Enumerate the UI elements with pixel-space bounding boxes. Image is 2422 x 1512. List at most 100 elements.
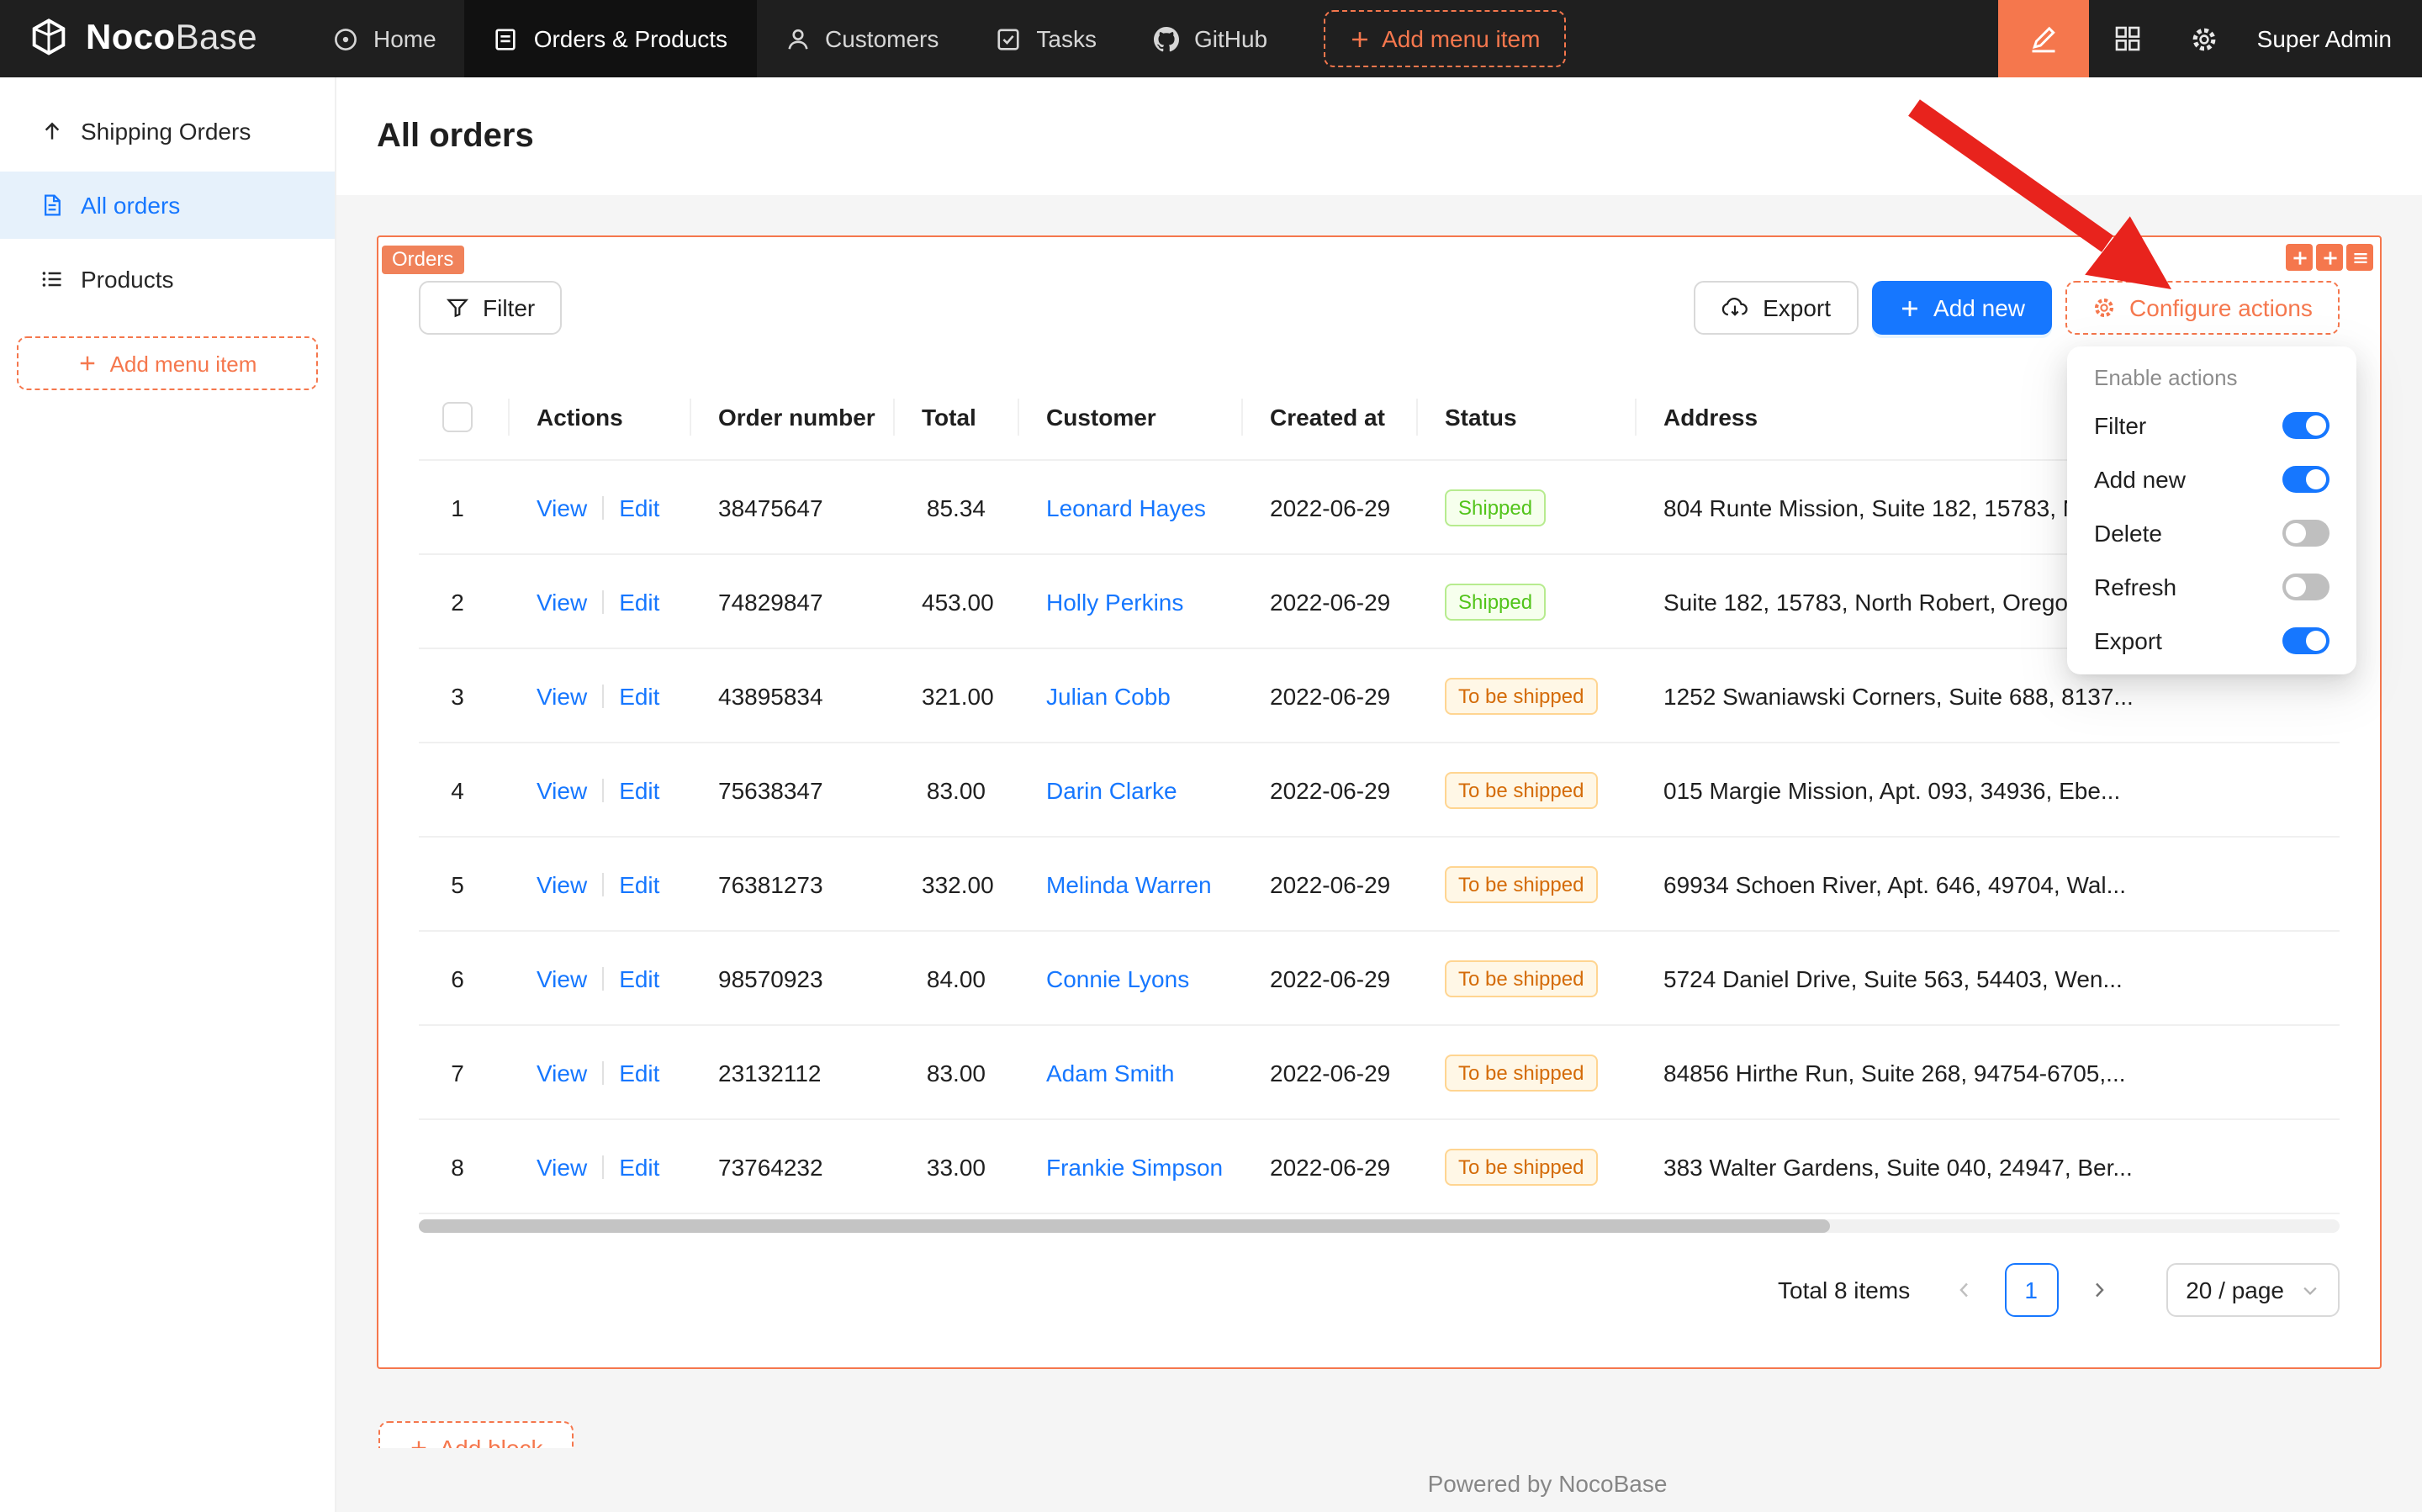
view-link[interactable]: View	[537, 1059, 587, 1086]
customer-link[interactable]: Leonard Hayes	[1046, 494, 1206, 521]
customer-link[interactable]: Melinda Warren	[1046, 870, 1212, 897]
scrollbar-thumb[interactable]	[419, 1219, 1831, 1233]
action-divider	[602, 684, 604, 707]
address-cell: 84856 Hirthe Run, Suite 268, 94754-6705,…	[1637, 1025, 2340, 1119]
view-link[interactable]: View	[537, 682, 587, 709]
plugin-manager-button[interactable]	[2089, 0, 2166, 77]
view-link[interactable]: View	[537, 1153, 587, 1180]
table-row: 2ViewEdit74829847453.00Holly Perkins2022…	[419, 554, 2340, 648]
order-number-cell: 38475647	[691, 460, 895, 554]
customer-link[interactable]: Julian Cobb	[1046, 682, 1171, 709]
table-header-row: Actions Order number Total Customer Crea…	[419, 375, 2340, 460]
total-cell: 84.00	[895, 931, 1019, 1025]
nav-item-orders-products[interactable]: Orders & Products	[465, 0, 756, 77]
customer-link[interactable]: Connie Lyons	[1046, 965, 1189, 991]
ui-editor-button[interactable]	[1998, 0, 2089, 77]
sidebar: Shipping Orders All orders Products Add me…	[0, 77, 336, 1512]
pagination: Total 8 items 1 20 / page	[419, 1263, 2340, 1317]
next-page-button[interactable]	[2071, 1263, 2125, 1317]
enable-actions-list: FilterAdd newDelete Refresh Export	[2074, 399, 2350, 668]
dropdown-item-filter[interactable]: Filter	[2074, 399, 2350, 452]
edit-link[interactable]: Edit	[619, 494, 659, 521]
total-cell: 83.00	[895, 743, 1019, 837]
configure-actions-dropdown: Enable actions FilterAdd newDeleteRefres…	[2067, 346, 2356, 674]
created-at-cell: 2022-06-29	[1243, 837, 1418, 931]
page-size-select[interactable]: 20 / page	[2166, 1263, 2340, 1317]
status-badge: To be shipped	[1445, 960, 1597, 997]
filter-button[interactable]: Filter	[419, 281, 562, 335]
toggle-switch[interactable]	[2282, 466, 2329, 493]
nav-item-home[interactable]: Home	[304, 0, 465, 77]
sidebar-item-all-orders[interactable]: All orders	[0, 172, 335, 239]
prev-page-button[interactable]	[1937, 1263, 1991, 1317]
view-link[interactable]: View	[537, 870, 587, 897]
view-link[interactable]: View	[537, 776, 587, 803]
toggle-switch[interactable]	[2282, 574, 2329, 600]
order-number-cell: 43895834	[691, 648, 895, 743]
customer-link[interactable]: Frankie Simpson	[1046, 1153, 1223, 1180]
order-number-cell: 73764232	[691, 1119, 895, 1213]
sidebar-add-menu-item-button[interactable]: Add menu item	[17, 336, 318, 390]
arrow-up-icon	[40, 119, 64, 143]
nocobase-logo[interactable]: NocoBase	[0, 17, 281, 61]
view-link[interactable]: View	[537, 965, 587, 991]
add-new-button[interactable]: Add new	[1871, 281, 2052, 335]
nav-item-customers[interactable]: Customers	[756, 0, 967, 77]
page-number-button[interactable]: 1	[2004, 1263, 2058, 1317]
view-link[interactable]: View	[537, 494, 587, 521]
edit-link[interactable]: Edit	[619, 1153, 659, 1180]
sidebar-item-shipping-orders[interactable]: Shipping Orders	[0, 98, 335, 165]
dropdown-item-delete[interactable]: Delete	[2074, 506, 2350, 560]
customer-link[interactable]: Adam Smith	[1046, 1059, 1175, 1086]
status-badge: To be shipped	[1445, 865, 1597, 902]
add-block-button[interactable]: Add block	[378, 1421, 574, 1448]
block-settings-icon[interactable]	[2346, 244, 2373, 271]
customer-link[interactable]: Holly Perkins	[1046, 588, 1183, 615]
settings-center-button[interactable]	[2166, 0, 2244, 77]
created-at-cell: 2022-06-29	[1243, 1119, 1418, 1213]
status-badge: To be shipped	[1445, 677, 1597, 714]
export-button[interactable]: Export	[1694, 281, 1858, 335]
toggle-switch[interactable]	[2282, 520, 2329, 547]
navbar-add-menu-item-button[interactable]: Add menu item	[1323, 10, 1565, 67]
customer-link[interactable]: Darin Clarke	[1046, 776, 1177, 803]
action-divider	[602, 778, 604, 801]
orders-table-body: 1ViewEdit3847564785.34Leonard Hayes2022-…	[419, 460, 2340, 1213]
configure-actions-button[interactable]: Configure actions	[2065, 281, 2340, 335]
select-all-checkbox[interactable]	[442, 402, 473, 432]
created-at-cell: 2022-06-29	[1243, 554, 1418, 648]
plus-icon	[1898, 297, 1920, 319]
add-column-icon[interactable]	[2286, 244, 2313, 271]
row-index: 5	[451, 870, 464, 897]
address-cell: 383 Walter Gardens, Suite 040, 24947, Be…	[1637, 1119, 2340, 1213]
dropdown-item-add-new[interactable]: Add new	[2074, 452, 2350, 506]
edit-link[interactable]: Edit	[619, 682, 659, 709]
total-cell: 85.34	[895, 460, 1019, 554]
view-link[interactable]: View	[537, 588, 587, 615]
dropdown-item-label: Refresh	[2094, 574, 2176, 600]
sidebar-item-products[interactable]: Products	[0, 246, 335, 313]
switch-knob	[2306, 469, 2326, 489]
action-divider	[602, 495, 604, 519]
add-block-icon[interactable]	[2316, 244, 2343, 271]
table-row: 1ViewEdit3847564785.34Leonard Hayes2022-…	[419, 460, 2340, 554]
dropdown-item-refresh[interactable]: Refresh	[2074, 560, 2350, 614]
col-created-at: Created at	[1243, 375, 1418, 460]
edit-link[interactable]: Edit	[619, 965, 659, 991]
edit-link[interactable]: Edit	[619, 870, 659, 897]
nav-item-tasks[interactable]: Tasks	[967, 0, 1125, 77]
edit-link[interactable]: Edit	[619, 588, 659, 615]
edit-link[interactable]: Edit	[619, 776, 659, 803]
toggle-switch[interactable]	[2282, 412, 2329, 439]
nav-item-github[interactable]: GitHub	[1125, 0, 1296, 77]
total-cell: 33.00	[895, 1119, 1019, 1213]
navbar-right: Super Admin	[1998, 0, 2422, 77]
toggle-switch[interactable]	[2282, 627, 2329, 654]
dropdown-item-export[interactable]: Export	[2074, 614, 2350, 668]
switch-knob	[2286, 523, 2306, 543]
row-index: 4	[451, 776, 464, 803]
edit-link[interactable]: Edit	[619, 1059, 659, 1086]
add-block-clipped: Add block	[378, 1421, 574, 1448]
user-menu[interactable]: Super Admin	[2244, 25, 2422, 52]
table-toolbar: Filter Export Add new	[419, 281, 2340, 335]
